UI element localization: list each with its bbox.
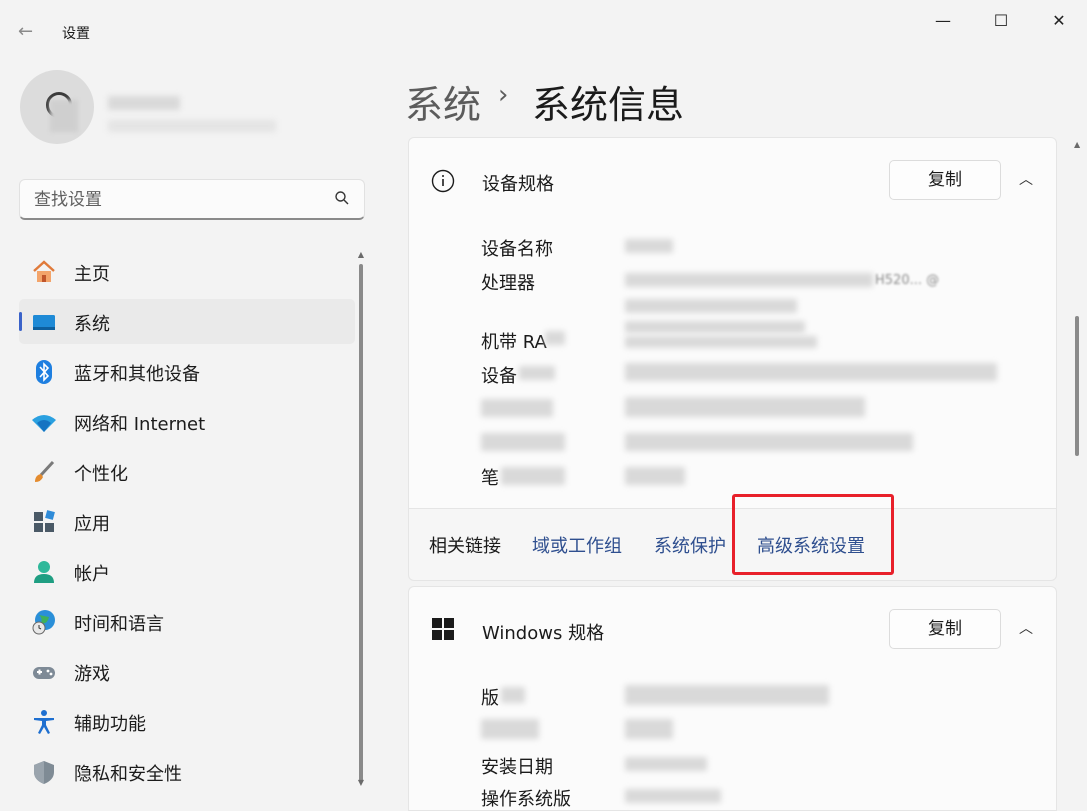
redacted-value	[625, 719, 673, 739]
highlight-box	[732, 494, 894, 575]
brush-icon	[35, 460, 55, 482]
device-specs-body: 设备名称 处理器 H520... @ 机带 RA 设备 笔	[408, 221, 1057, 509]
windows-specs-body: 版 安装日期 操作系统版	[408, 671, 1057, 811]
minimize-button[interactable]: —	[932, 10, 954, 32]
breadcrumb-separator: ›	[498, 80, 509, 110]
redacted-label	[481, 719, 539, 739]
sidebar-item-apps[interactable]: 应用	[19, 499, 355, 544]
sidebar-item-privacy[interactable]: 隐私和安全性	[19, 749, 355, 794]
user-name-redacted	[108, 96, 180, 110]
device-id-label: 设备	[481, 366, 517, 387]
sidebar-scrollbar-thumb[interactable]	[359, 264, 363, 782]
sidebar-item-label: 游戏	[74, 664, 110, 685]
content-scrollbar[interactable]: ▲	[1072, 140, 1084, 800]
search-icon[interactable]	[334, 190, 350, 206]
redacted-value	[625, 239, 673, 253]
sidebar-item-label: 网络和 Internet	[74, 414, 206, 435]
user-email-redacted	[108, 120, 276, 132]
chevron-up-icon[interactable]: ︿	[1016, 619, 1036, 639]
redacted-value	[501, 687, 525, 703]
search-input[interactable]	[32, 180, 326, 220]
sidebar-item-label: 主页	[74, 264, 110, 285]
redacted-value	[625, 397, 865, 417]
sidebar-item-time-language[interactable]: 时间和语言	[19, 599, 355, 644]
windows-specs-header[interactable]: Windows 规格 复制 ︿	[408, 586, 1057, 672]
globe-clock-icon	[32, 610, 55, 635]
redacted-label	[481, 399, 553, 417]
breadcrumb-parent[interactable]: 系统	[405, 74, 481, 129]
wifi-icon	[32, 415, 56, 432]
redacted-value	[625, 321, 805, 333]
processor-fragment: H520... @	[875, 273, 940, 288]
sidebar-item-home[interactable]: 主页	[19, 249, 355, 294]
close-button[interactable]: ✕	[1048, 10, 1070, 32]
sidebar-item-network[interactable]: 网络和 Internet	[19, 399, 355, 444]
app-title: 设置	[62, 26, 90, 42]
avatar[interactable]	[20, 70, 94, 144]
info-icon	[431, 169, 455, 193]
sidebar-item-label: 辅助功能	[74, 714, 146, 735]
device-specs-header[interactable]: 设备规格 复制 ︿	[408, 137, 1057, 222]
sidebar-item-personalization[interactable]: 个性化	[19, 449, 355, 494]
windows-specs-title: Windows 规格	[482, 623, 605, 644]
edition-label: 版	[481, 688, 499, 709]
redacted-value	[625, 757, 707, 771]
sidebar-item-label: 蓝牙和其他设备	[74, 364, 200, 385]
accessibility-icon	[34, 710, 54, 734]
redacted-value	[625, 467, 685, 485]
sidebar-item-label: 帐户	[74, 564, 110, 585]
bluetooth-icon	[36, 360, 52, 384]
maximize-button[interactable]: ☐	[990, 10, 1012, 32]
redacted-value	[519, 366, 555, 380]
account-icon	[34, 561, 54, 583]
content-scrollbar-thumb[interactable]	[1075, 316, 1079, 456]
search-box[interactable]	[19, 179, 365, 220]
redacted-value	[625, 336, 817, 348]
redacted-value	[625, 273, 873, 287]
gamepad-icon	[33, 667, 55, 679]
sidebar-item-label: 个性化	[74, 464, 128, 485]
sidebar-item-system[interactable]: 系统	[19, 299, 355, 344]
redacted-value	[501, 467, 565, 485]
sidebar-item-accounts[interactable]: 帐户	[19, 549, 355, 594]
sidebar-item-bluetooth[interactable]: 蓝牙和其他设备	[19, 349, 355, 394]
sidebar-item-label: 应用	[74, 514, 110, 535]
redacted-value	[625, 299, 797, 313]
device-specs-title: 设备规格	[482, 174, 554, 195]
redacted-label	[481, 433, 565, 451]
install-date-label: 安装日期	[481, 757, 553, 778]
sidebar-item-gaming[interactable]: 游戏	[19, 649, 355, 694]
related-links-label: 相关链接	[429, 536, 501, 557]
redacted-value	[545, 331, 565, 345]
ram-label: 机带 RA	[481, 332, 547, 353]
active-indicator	[19, 312, 22, 331]
copy-windows-specs-button[interactable]: 复制	[889, 609, 1001, 649]
back-arrow-icon[interactable]: ←	[18, 22, 40, 42]
system-icon	[33, 315, 55, 330]
redacted-value	[625, 363, 997, 381]
redacted-value	[625, 685, 829, 705]
windows-logo-icon	[432, 618, 454, 640]
domain-workgroup-link[interactable]: 域或工作组	[532, 532, 622, 558]
sidebar-item-accessibility[interactable]: 辅助功能	[19, 699, 355, 744]
sidebar-item-label: 时间和语言	[74, 614, 164, 635]
system-protection-link[interactable]: 系统保护	[654, 532, 726, 558]
apps-icon	[34, 510, 55, 532]
sidebar-item-label: 隐私和安全性	[74, 764, 182, 785]
chevron-up-icon[interactable]: ︿	[1016, 170, 1036, 190]
processor-label: 处理器	[481, 273, 535, 294]
page-title: 系统信息	[532, 83, 685, 127]
sidebar-item-label: 系统	[74, 314, 110, 335]
sidebar-scrollbar[interactable]: ▲ ▼	[356, 250, 366, 790]
redacted-value	[625, 433, 913, 451]
shield-icon	[34, 761, 54, 784]
os-build-label: 操作系统版	[481, 789, 571, 810]
home-icon	[33, 260, 55, 282]
pen-touch-label: 笔	[481, 468, 499, 489]
device-name-label: 设备名称	[481, 239, 553, 260]
copy-device-specs-button[interactable]: 复制	[889, 160, 1001, 200]
